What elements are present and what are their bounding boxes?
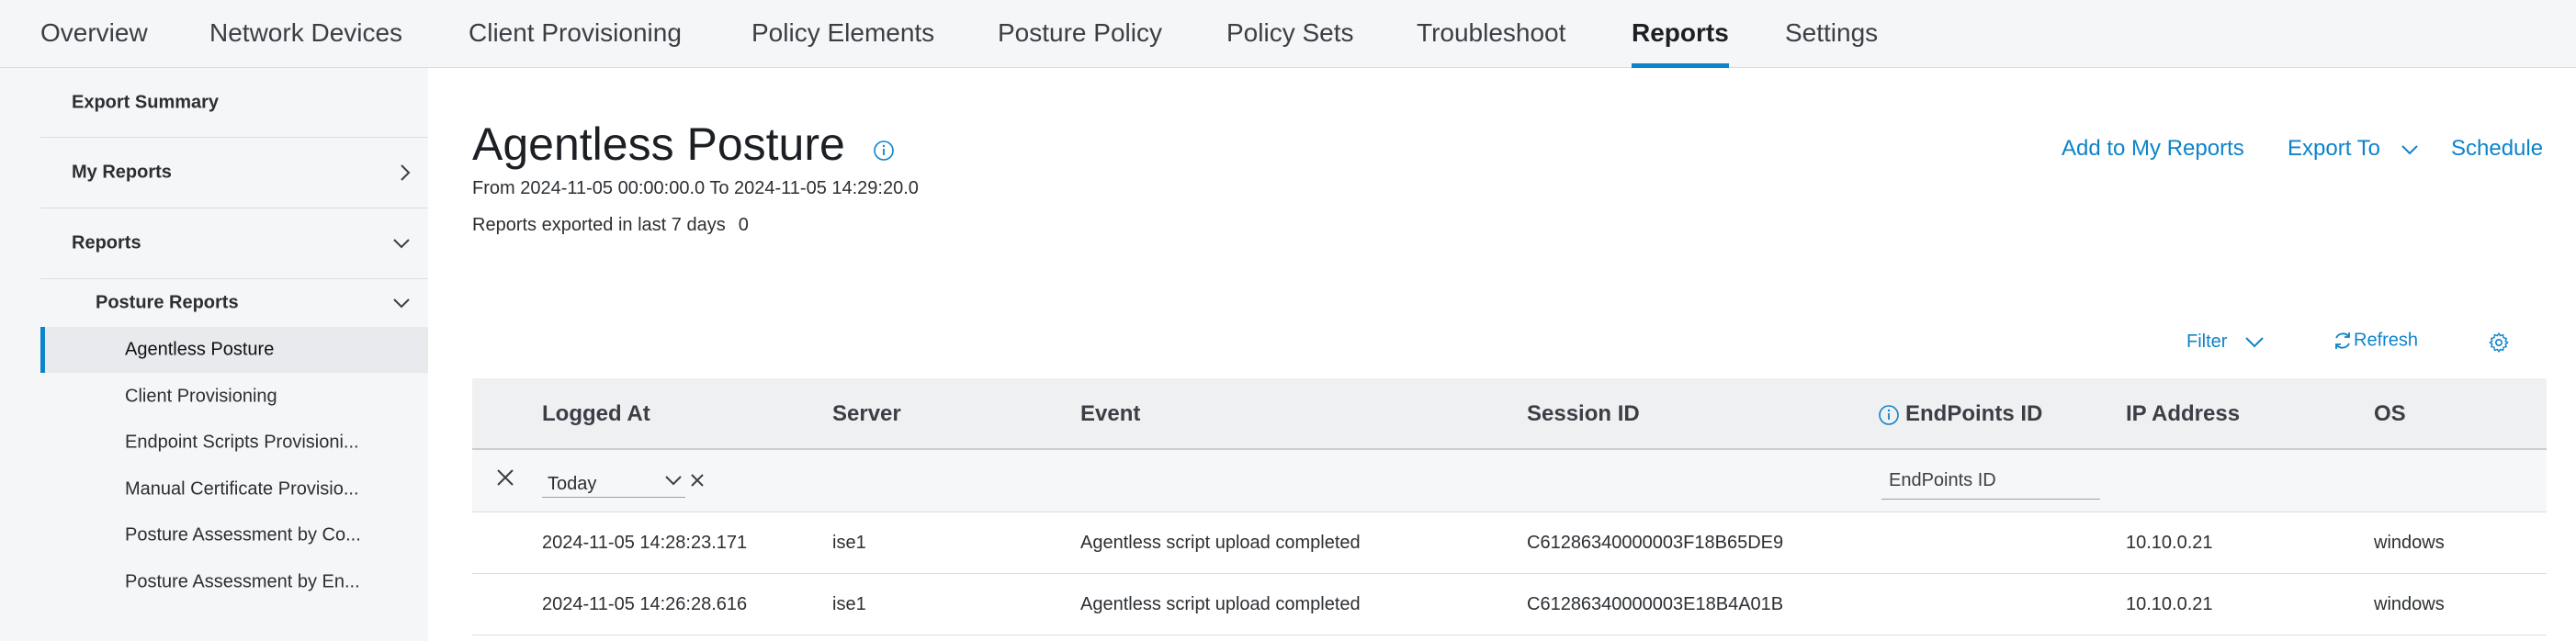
sidebar-item-export-summary[interactable]: Export Summary xyxy=(40,68,428,138)
column-header-endpoints-id[interactable]: EndPoints ID xyxy=(1878,378,2042,450)
cell-ip-address: 10.10.0.21 xyxy=(2126,533,2213,553)
column-header-server[interactable]: Server xyxy=(832,378,901,450)
cell-os: windows xyxy=(2374,533,2445,553)
tab-troubleshoot[interactable]: Troubleshoot xyxy=(1417,0,1565,68)
table-row[interactable]: 2024-11-05 14:26:28.616 ise1 Agentless s… xyxy=(472,574,2547,635)
chevron-right-icon xyxy=(401,164,411,181)
sidebar-item-posture-reports[interactable]: Posture Reports xyxy=(40,279,428,327)
export-to-label: Export To xyxy=(2288,136,2380,161)
column-header-ip-address[interactable]: IP Address xyxy=(2126,378,2240,450)
cell-server: ise1 xyxy=(832,533,866,553)
table-header: Logged At Server Event Session ID EndPoi… xyxy=(472,378,2547,450)
chevron-down-icon xyxy=(2245,337,2264,348)
exported-label: Reports exported in last 7 days xyxy=(472,215,726,235)
page-title: Agentless Posture xyxy=(472,118,845,170)
top-navigation: Overview Network Devices Client Provisio… xyxy=(0,0,2576,69)
sidebar-item-label: My Reports xyxy=(72,162,172,183)
cell-session-id: C61286340000003F18B65DE9 xyxy=(1527,533,1784,553)
sidebar-item-reports[interactable]: Reports xyxy=(40,208,428,279)
chevron-down-icon xyxy=(393,239,410,249)
sidebar-item-label: Posture Assessment by Co... xyxy=(125,524,361,545)
sidebar-item-agentless-posture[interactable]: Agentless Posture xyxy=(40,327,428,373)
sidebar-item-label: Export Summary xyxy=(72,92,220,112)
filter-label: Filter xyxy=(2186,332,2228,352)
column-header-session-id[interactable]: Session ID xyxy=(1527,378,1640,450)
refresh-label: Refresh xyxy=(2354,330,2419,351)
sidebar-item-label: Agentless Posture xyxy=(125,339,275,360)
sidebar-item-manual-certificate[interactable]: Manual Certificate Provisio... xyxy=(40,466,428,512)
sidebar-item-client-provisioning[interactable]: Client Provisioning xyxy=(40,373,428,420)
schedule-link[interactable]: Schedule xyxy=(2451,136,2543,162)
exported-count: 0 xyxy=(738,215,749,235)
sidebar-item-label: Reports xyxy=(72,232,141,253)
refresh-icon xyxy=(2335,332,2350,349)
sidebar-item-label: Posture Reports xyxy=(96,292,239,313)
tab-reports[interactable]: Reports xyxy=(1632,0,1729,69)
filter-dropdown[interactable]: Filter xyxy=(2186,332,2265,353)
tab-network-devices[interactable]: Network Devices xyxy=(209,0,402,68)
column-header-logged-at[interactable]: Logged At xyxy=(542,378,650,450)
chevron-down-icon xyxy=(393,298,410,309)
column-header-event[interactable]: Event xyxy=(1080,378,1140,450)
cell-logged-at: 2024-11-05 14:28:23.171 xyxy=(542,533,748,553)
chevron-down-icon xyxy=(665,476,682,486)
clear-filter-icon[interactable] xyxy=(689,472,706,489)
sidebar-item-posture-assessment-en[interactable]: Posture Assessment by En... xyxy=(40,558,428,605)
filter-row: Today xyxy=(472,450,2547,512)
sidebar-item-label: Client Provisioning xyxy=(125,386,277,406)
sidebar-item-my-reports[interactable]: My Reports xyxy=(40,138,428,208)
tab-settings[interactable]: Settings xyxy=(1785,0,1878,68)
sidebar-item-endpoint-scripts[interactable]: Endpoint Scripts Provisioni... xyxy=(40,420,428,466)
tab-posture-policy[interactable]: Posture Policy xyxy=(998,0,1162,68)
sidebar-item-label: Endpoint Scripts Provisioni... xyxy=(125,432,359,453)
info-icon[interactable] xyxy=(873,140,895,162)
close-icon[interactable] xyxy=(494,467,516,489)
tab-overview[interactable]: Overview xyxy=(40,0,148,68)
main-content: Agentless Posture From 2024-11-05 00:00:… xyxy=(428,68,2576,641)
export-to-dropdown[interactable]: Export To xyxy=(2288,136,2420,162)
add-to-my-reports-link[interactable]: Add to My Reports xyxy=(2062,136,2244,162)
sidebar-item-posture-assessment-co[interactable]: Posture Assessment by Co... xyxy=(40,512,428,558)
cell-session-id: C61286340000003E18B4A01B xyxy=(1527,594,1784,614)
table-row[interactable]: 2024-11-05 14:28:23.171 ise1 Agentless s… xyxy=(472,512,2547,574)
refresh-button[interactable]: Refresh xyxy=(2332,330,2418,352)
sidebar-item-label: Posture Assessment by En... xyxy=(125,571,360,591)
cell-server: ise1 xyxy=(832,594,866,614)
tab-policy-elements[interactable]: Policy Elements xyxy=(751,0,934,68)
column-header-os[interactable]: OS xyxy=(2374,378,2406,450)
cell-logged-at: 2024-11-05 14:26:28.616 xyxy=(542,594,748,614)
column-header-label: EndPoints ID xyxy=(1905,401,2043,426)
exported-summary: Reports exported in last 7 days 0 xyxy=(472,215,749,236)
date-filter-value: Today xyxy=(548,474,597,494)
sidebar: Export Summary My Reports Reports Postur… xyxy=(40,68,428,641)
date-range: From 2024-11-05 00:00:00.0 To 2024-11-05… xyxy=(472,178,919,198)
tab-client-provisioning[interactable]: Client Provisioning xyxy=(469,0,682,68)
tab-policy-sets[interactable]: Policy Sets xyxy=(1226,0,1354,68)
chevron-down-icon xyxy=(2401,144,2418,155)
cell-os: windows xyxy=(2374,594,2445,614)
cell-event: Agentless script upload completed xyxy=(1080,594,1361,614)
cell-event: Agentless script upload completed xyxy=(1080,533,1361,553)
gear-icon[interactable] xyxy=(2488,332,2510,354)
date-filter-select[interactable]: Today xyxy=(542,468,685,498)
endpoints-id-filter-input[interactable] xyxy=(1881,463,2100,500)
info-icon xyxy=(1879,404,1899,425)
sidebar-item-label: Manual Certificate Provisio... xyxy=(125,478,359,499)
cell-ip-address: 10.10.0.21 xyxy=(2126,594,2213,614)
